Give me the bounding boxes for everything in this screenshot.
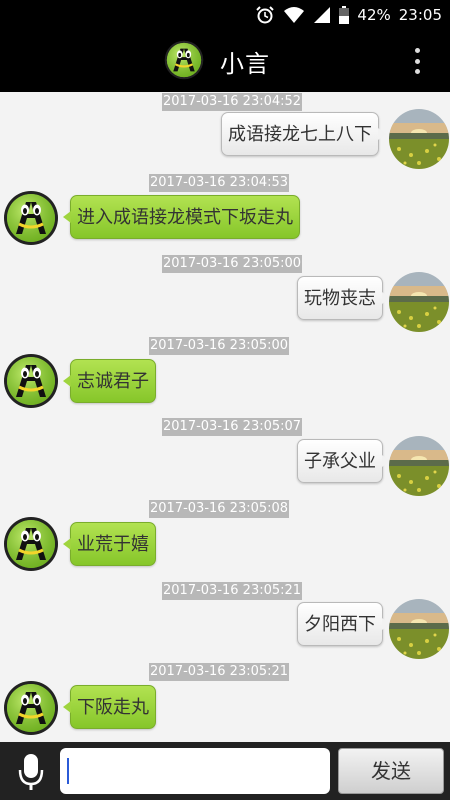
battery-percent: 42% [357, 6, 391, 24]
bot-message-bubble[interactable]: 下阪走丸 [63, 685, 156, 729]
clock: 23:05 [398, 6, 442, 24]
app-bar: 小言 [0, 30, 450, 92]
bot-message-bubble[interactable]: 志诚君子 [63, 359, 156, 403]
microphone-icon[interactable] [14, 752, 48, 792]
input-bar: 发送 [0, 742, 450, 800]
message-timestamp: 2017-03-16 23:05:07 [162, 418, 303, 436]
bot-avatar[interactable] [3, 680, 59, 736]
message-timestamp: 2017-03-16 23:04:53 [149, 174, 290, 192]
message-timestamp: 2017-03-16 23:05:21 [149, 663, 290, 681]
overflow-menu-icon[interactable] [414, 48, 420, 74]
bot-avatar[interactable] [3, 190, 59, 246]
bot-avatar[interactable] [3, 516, 59, 572]
user-message-bubble[interactable]: 玩物丧志 [297, 276, 390, 320]
user-message-bubble[interactable]: 夕阳西下 [297, 602, 390, 646]
bot-message-bubble[interactable]: 进入成语接龙模式下坂走丸 [63, 195, 300, 239]
app-logo-icon [164, 40, 204, 80]
user-message-bubble[interactable]: 子承父业 [297, 439, 390, 483]
user-avatar[interactable] [389, 109, 449, 169]
message-timestamp: 2017-03-16 23:05:00 [162, 255, 303, 273]
message-timestamp: 2017-03-16 23:04:52 [162, 93, 303, 111]
user-avatar[interactable] [389, 436, 449, 496]
wifi-icon [284, 7, 305, 23]
page-title: 小言 [220, 50, 270, 78]
status-bar: 42% 23:05 [0, 0, 450, 30]
user-message-bubble[interactable]: 成语接龙七上八下 [221, 112, 386, 156]
signal-icon [314, 7, 331, 23]
text-caret [67, 758, 69, 784]
status-icons: 42% 23:05 [255, 0, 442, 30]
message-timestamp: 2017-03-16 23:05:00 [149, 337, 290, 355]
bot-message-bubble[interactable]: 业荒于嬉 [63, 522, 156, 566]
message-timestamp: 2017-03-16 23:05:08 [149, 500, 290, 518]
user-avatar[interactable] [389, 599, 449, 659]
message-input[interactable] [60, 748, 330, 794]
bot-avatar[interactable] [3, 353, 59, 409]
battery-icon [339, 6, 350, 24]
send-button[interactable]: 发送 [338, 748, 444, 794]
user-avatar[interactable] [389, 272, 449, 332]
chat-list[interactable]: 2017-03-16 23:04:52 成语接龙七上八下 2017-03-16 … [0, 92, 450, 742]
alarm-icon [256, 6, 275, 24]
message-timestamp: 2017-03-16 23:05:21 [162, 582, 303, 600]
